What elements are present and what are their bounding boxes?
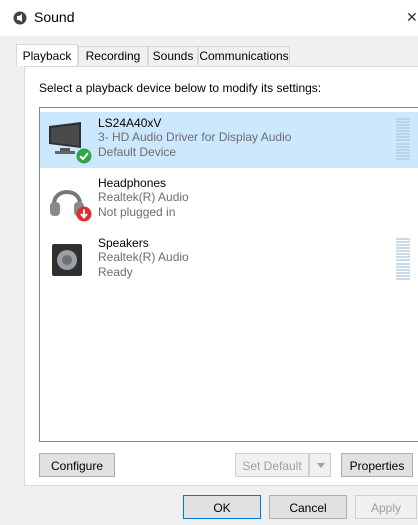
- playback-panel: Select a playback device below to modify…: [24, 66, 418, 486]
- configure-button[interactable]: Configure: [39, 453, 115, 477]
- tab-sounds[interactable]: Sounds: [148, 46, 198, 65]
- device-item-ls24a40xv[interactable]: LS24A40xV 3- HD Audio Driver for Display…: [40, 112, 418, 168]
- set-default-dropdown[interactable]: [309, 453, 331, 477]
- device-item-headphones[interactable]: Headphones Realtek(R) Audio Not plugged …: [40, 172, 418, 228]
- window-title: Sound: [34, 9, 75, 25]
- device-driver: 3- HD Audio Driver for Display Audio: [98, 130, 292, 144]
- title-bar: Sound ✕: [0, 0, 418, 36]
- speaker-box-icon: [52, 244, 82, 276]
- tab-playback[interactable]: Playback: [16, 44, 78, 66]
- close-icon[interactable]: ✕: [406, 7, 418, 27]
- device-status: Not plugged in: [98, 205, 176, 219]
- default-check-icon: [76, 148, 92, 164]
- device-list[interactable]: LS24A40xV 3- HD Audio Driver for Display…: [39, 107, 418, 442]
- device-driver: Realtek(R) Audio: [98, 250, 189, 264]
- device-item-speakers[interactable]: Speakers Realtek(R) Audio Ready: [40, 232, 418, 288]
- device-driver: Realtek(R) Audio: [98, 190, 189, 204]
- unplugged-icon: [76, 206, 92, 222]
- instruction-text: Select a playback device below to modify…: [39, 81, 322, 95]
- properties-button[interactable]: Properties: [341, 453, 413, 477]
- dialog-footer: OK Cancel Apply: [0, 489, 418, 525]
- apply-button[interactable]: Apply: [355, 495, 417, 519]
- level-meter: [396, 118, 410, 160]
- ok-button[interactable]: OK: [183, 495, 261, 519]
- cancel-button[interactable]: Cancel: [269, 495, 347, 519]
- device-name: LS24A40xV: [98, 116, 162, 130]
- speaker-icon: [13, 11, 27, 25]
- device-name: Headphones: [98, 176, 167, 190]
- chevron-down-icon: [317, 463, 325, 468]
- set-default-button[interactable]: Set Default: [235, 453, 309, 477]
- tab-communications[interactable]: Communications: [198, 46, 290, 65]
- device-status: Ready: [98, 265, 133, 279]
- device-status: Default Device: [98, 145, 177, 159]
- tab-recording[interactable]: Recording: [78, 46, 148, 65]
- level-meter: [396, 238, 410, 280]
- device-name: Speakers: [98, 236, 149, 250]
